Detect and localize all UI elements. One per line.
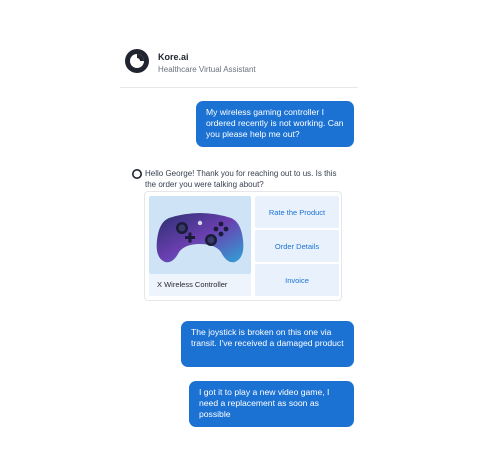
bot-message: Hello George! Thank you for reaching out…: [145, 169, 337, 189]
product-card: X Wireless Controller Rate the Product O…: [144, 191, 342, 301]
order-details-button[interactable]: Order Details: [255, 230, 339, 262]
bot-avatar-icon: [132, 169, 142, 179]
chat-header: Kore.ai Healthcare Virtual Assistant: [124, 48, 360, 88]
assistant-subtitle: Healthcare Virtual Assistant: [158, 65, 256, 74]
product-image: [149, 196, 251, 274]
header-divider: [120, 87, 358, 88]
rate-product-button[interactable]: Rate the Product: [255, 196, 339, 228]
user-message: My wireless gaming controller I ordered …: [196, 101, 354, 147]
brand-name: Kore.ai: [158, 52, 189, 62]
user-message: I got it to play a new video game, I nee…: [189, 381, 354, 427]
user-message: The joystick is broken on this one via t…: [181, 321, 354, 367]
product-name: X Wireless Controller: [149, 274, 251, 296]
kore-logo-icon: [125, 49, 149, 73]
controller-icon: [156, 213, 244, 263]
invoice-button[interactable]: Invoice: [255, 264, 339, 296]
